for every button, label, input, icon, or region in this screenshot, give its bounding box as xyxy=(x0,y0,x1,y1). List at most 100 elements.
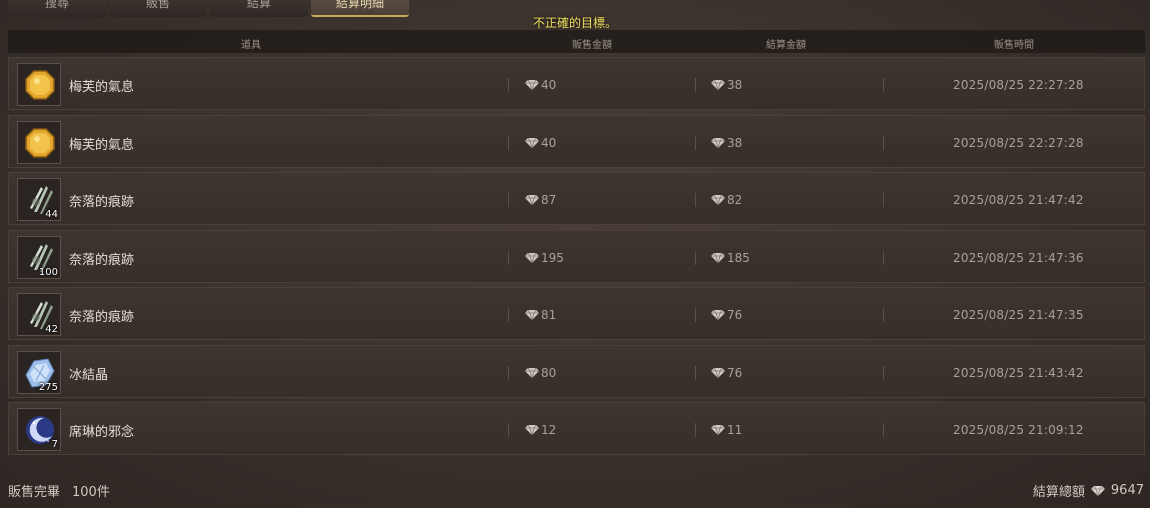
column-divider xyxy=(508,423,509,437)
sale-time: 2025/08/25 22:27:28 xyxy=(953,78,1084,92)
settle-price-value: 76 xyxy=(727,308,743,322)
settle-price: 185 xyxy=(711,251,750,265)
item-icon-slot[interactable]: 42 xyxy=(17,293,61,336)
column-divider xyxy=(508,365,509,380)
column-header-item[interactable]: 道具 xyxy=(241,36,261,51)
sale-price-value: 12 xyxy=(541,423,557,437)
sold-label: 販售完畢 xyxy=(8,485,61,500)
column-divider xyxy=(508,250,509,265)
item-icon-slot[interactable]: 44 xyxy=(17,178,61,221)
warning-message: 不正確的目標。 xyxy=(532,16,617,30)
settle-price: 38 xyxy=(711,78,742,92)
column-header-settle-price[interactable]: 結算金額 xyxy=(766,36,806,51)
table-row[interactable]: 梅芙的氣息 40 38 2025/08/25 22:27:28 xyxy=(8,57,1145,110)
column-divider xyxy=(695,365,696,380)
column-divider xyxy=(695,423,696,437)
sale-price-value: 87 xyxy=(541,193,557,207)
sale-price: 12 xyxy=(525,423,556,437)
column-divider xyxy=(883,135,884,150)
sale-price: 80 xyxy=(525,366,556,380)
diamond-icon xyxy=(525,137,539,148)
sale-price-value: 40 xyxy=(541,135,557,150)
table-row[interactable]: 275 冰結晶 80 76 2025/08/25 21:43:42 xyxy=(8,344,1145,398)
diamond-icon xyxy=(525,367,539,378)
item-name: 奈落的痕跡 xyxy=(69,310,135,325)
sale-price: 195 xyxy=(525,251,564,265)
item-icon-slot[interactable]: 100 xyxy=(17,235,61,279)
diamond-icon xyxy=(711,425,725,435)
column-divider xyxy=(883,365,884,380)
column-divider xyxy=(883,78,884,92)
settle-price: 82 xyxy=(711,193,742,207)
column-divider xyxy=(508,193,509,207)
settle-price-value: 11 xyxy=(727,423,743,437)
column-divider xyxy=(883,308,884,322)
item-name: 梅芙的氣息 xyxy=(69,137,135,153)
column-divider xyxy=(883,250,884,265)
diamond-icon xyxy=(525,195,539,205)
sale-price: 81 xyxy=(525,308,556,322)
diamond-icon xyxy=(711,367,725,378)
sale-time: 2025/08/25 21:47:36 xyxy=(953,250,1084,265)
sale-price-value: 81 xyxy=(541,308,557,322)
settle-price: 76 xyxy=(711,366,742,380)
sale-time: 2025/08/25 21:47:35 xyxy=(953,308,1084,322)
table-row[interactable]: 100 奈落的痕跡 195 185 2025/08/25 21:47:36 xyxy=(8,229,1145,283)
diamond-icon xyxy=(1090,485,1105,496)
sale-price: 87 xyxy=(525,193,556,207)
item-quantity: 7 xyxy=(51,439,58,450)
diamond-icon xyxy=(711,137,725,148)
table-row[interactable]: 梅芙的氣息 40 38 2025/08/25 22:27:28 xyxy=(8,114,1145,168)
sale-price-value: 80 xyxy=(541,365,557,380)
column-header-sale-price[interactable]: 販售金額 xyxy=(572,36,612,51)
settle-price-value: 82 xyxy=(727,193,743,207)
item-icon-slot[interactable]: 275 xyxy=(17,350,61,394)
sale-price-value: 40 xyxy=(541,78,557,92)
column-divider xyxy=(695,308,696,322)
settle-price-value: 38 xyxy=(727,78,743,92)
column-divider xyxy=(695,193,696,207)
sold-count: 100件 xyxy=(72,485,110,500)
diamond-icon xyxy=(525,252,539,263)
diamond-icon xyxy=(525,80,539,90)
column-divider xyxy=(695,135,696,150)
item-icon-slot[interactable]: 7 xyxy=(17,408,61,451)
total-label: 結算總額 xyxy=(1032,485,1085,500)
item-quantity: 275 xyxy=(38,381,58,393)
sale-time: 2025/08/25 22:27:28 xyxy=(953,135,1084,150)
settle-price: 76 xyxy=(711,308,742,322)
item-icon-slot[interactable] xyxy=(17,63,61,106)
table-row[interactable]: 44 奈落的痕跡 87 82 2025/08/25 21:47:42 xyxy=(8,172,1145,225)
diamond-icon xyxy=(711,80,725,90)
item-quantity: 42 xyxy=(45,324,58,335)
column-header-sale-time[interactable]: 販售時間 xyxy=(994,36,1034,51)
diamond-icon xyxy=(711,310,725,320)
sale-price-value: 195 xyxy=(541,250,564,265)
settlement-list[interactable]: 梅芙的氣息 40 38 2025/08/25 22:27:28 梅芙的氣息 40 38 202… xyxy=(8,57,1145,468)
item-icon-slot[interactable] xyxy=(17,120,61,164)
table-row[interactable]: 7 席琳的邪念 12 11 2025/08/25 21:09:12 xyxy=(8,402,1145,455)
column-divider xyxy=(695,250,696,265)
table-row[interactable]: 42 奈落的痕跡 81 76 2025/08/25 21:47:35 xyxy=(8,287,1145,340)
sale-time: 2025/08/25 21:47:42 xyxy=(953,193,1084,207)
diamond-icon xyxy=(525,425,539,435)
column-divider xyxy=(695,78,696,92)
item-quantity: 100 xyxy=(38,266,58,278)
diamond-icon xyxy=(711,252,725,263)
item-quantity: 44 xyxy=(45,209,58,220)
table-header: 道具 販售金額 結算金額 販售時間 xyxy=(8,30,1145,53)
column-divider xyxy=(508,78,509,92)
sale-price: 40 xyxy=(525,136,556,150)
settle-price-value: 76 xyxy=(727,365,743,380)
column-divider xyxy=(883,423,884,437)
sold-summary: 販售完畢 100件 xyxy=(8,481,122,500)
settle-price-value: 38 xyxy=(727,135,743,150)
settle-price: 38 xyxy=(711,136,742,150)
diamond-icon xyxy=(711,195,725,205)
column-divider xyxy=(883,193,884,207)
settle-price: 11 xyxy=(711,423,742,437)
sale-price: 40 xyxy=(525,78,556,92)
item-name: 冰結晶 xyxy=(69,367,109,383)
column-divider xyxy=(508,308,509,322)
sale-time: 2025/08/25 21:43:42 xyxy=(953,365,1084,380)
